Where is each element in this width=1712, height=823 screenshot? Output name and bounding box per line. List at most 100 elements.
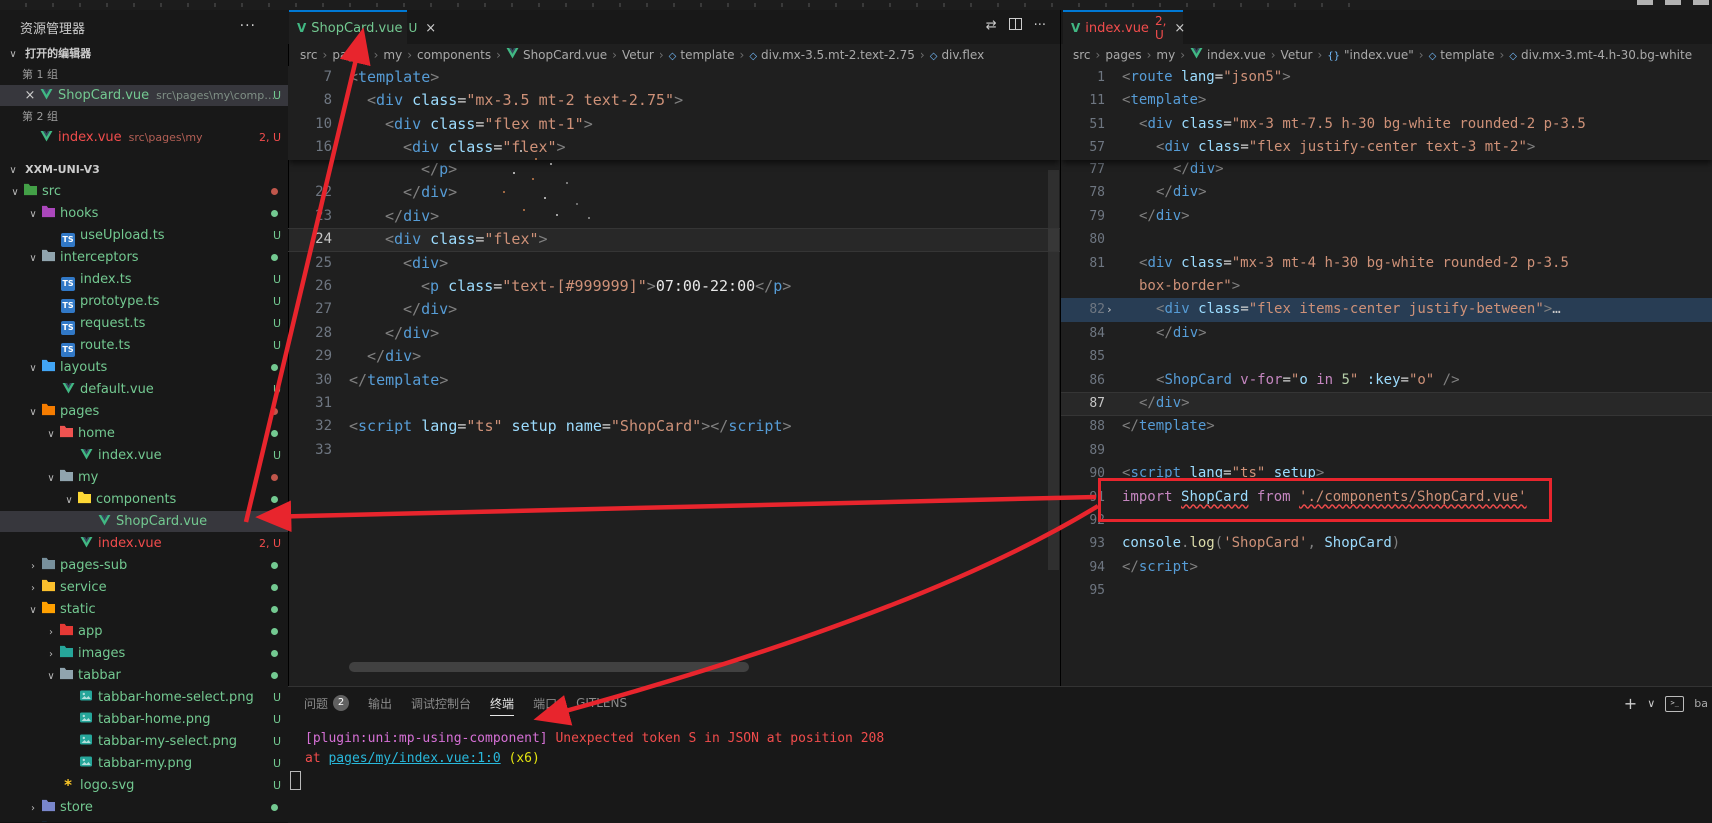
code-line-87[interactable]: 87</div> xyxy=(1061,392,1712,416)
chevron-down-icon[interactable]: ∨ xyxy=(1647,697,1655,710)
tree-item-ShopCard.vue[interactable]: ShopCard.vueU xyxy=(0,511,288,532)
code-line[interactable]: </p> xyxy=(288,158,1060,182)
code-line-95[interactable]: 95 xyxy=(1061,579,1712,603)
breadcrumb-item[interactable]: pages xyxy=(332,48,368,62)
tree-item-layouts[interactable]: ∨layouts xyxy=(0,357,288,378)
panel-tab-端口[interactable]: 端口 xyxy=(533,695,557,712)
code-line-29[interactable]: 29</div> xyxy=(288,345,1060,369)
code-line-78[interactable]: 78</div> xyxy=(1061,181,1712,205)
project-root-header[interactable]: ∨ XXM-UNI-V3 xyxy=(6,158,100,177)
tree-item-default.vue[interactable]: default.vueU xyxy=(0,379,288,400)
code-line-85[interactable]: 85 xyxy=(1061,345,1712,369)
code-line-11[interactable]: 11<template> xyxy=(1061,89,1712,113)
close-icon[interactable]: × xyxy=(1174,21,1185,36)
code-line-33[interactable]: 33 xyxy=(288,439,1060,463)
new-terminal-icon[interactable]: + xyxy=(1624,694,1637,713)
code-line-10[interactable]: 10<div class="flex mt-1"> xyxy=(288,113,1060,137)
code-line[interactable]: box-border"> xyxy=(1061,275,1712,299)
code-line-16[interactable]: 16<div class="flex"> xyxy=(288,136,1060,160)
breadcrumb-item[interactable]: my xyxy=(383,48,402,62)
tree-item-tabbar-home.png[interactable]: tabbar-home.pngU xyxy=(0,709,288,730)
breadcrumb-item[interactable]: {}"index.vue" xyxy=(1327,48,1414,62)
panel-tab-GITLENS[interactable]: GITLENS xyxy=(576,696,627,710)
panel-tab-终端[interactable]: 终端 xyxy=(490,695,514,716)
tree-item-app[interactable]: ›app xyxy=(0,621,288,642)
code-line-32[interactable]: 32<script lang="ts" setup name="ShopCard… xyxy=(288,415,1060,439)
open-editor-item-ShopCard.vue[interactable]: ×ShopCard.vuesrc\pages\my\comp…U xyxy=(0,85,288,106)
code-line-51[interactable]: 51<div class="mx-3 mt-7.5 h-30 bg-white … xyxy=(1061,113,1712,137)
code-line-7[interactable]: 7<template> xyxy=(288,66,1060,90)
tree-item-index.vue[interactable]: index.vue2, U xyxy=(0,533,288,554)
code-line-77[interactable]: 77</div> xyxy=(1061,158,1712,182)
code-line-1[interactable]: 1<route lang="json5"> xyxy=(1061,66,1712,90)
breadcrumb-item[interactable]: Vetur xyxy=(622,48,654,62)
panel-tab-调试控制台[interactable]: 调试控制台 xyxy=(411,695,471,712)
tree-item-index.ts[interactable]: TSindex.tsU xyxy=(0,269,288,290)
panel-tab-问题[interactable]: 问题2 xyxy=(304,695,349,712)
tree-item-pages-sub[interactable]: ›pages-sub xyxy=(0,555,288,576)
tree-item-hooks[interactable]: ∨hooks xyxy=(0,203,288,224)
tree-item-logo.svg[interactable]: *logo.svgU xyxy=(0,775,288,796)
open-editors-header[interactable]: ∨ 打开的编辑器 xyxy=(6,42,91,61)
tree-item-prototype.ts[interactable]: TSprototype.tsU xyxy=(0,291,288,312)
tree-item-route.ts[interactable]: TSroute.tsU xyxy=(0,335,288,356)
breadcrumb-item[interactable]: my xyxy=(1156,48,1175,62)
editor-shopcard[interactable]: </p>22</div>23</div>24<div class="flex">… xyxy=(288,66,1060,686)
close-icon[interactable]: × xyxy=(425,21,436,36)
code-line-93[interactable]: 93console.log('ShopCard', ShopCard) xyxy=(1061,532,1712,556)
breadcrumb-item[interactable]: pages xyxy=(1105,48,1141,62)
tree-item-interceptors[interactable]: ∨interceptors xyxy=(0,247,288,268)
code-line-81[interactable]: 81<div class="mx-3 mt-4 h-30 bg-white ro… xyxy=(1061,252,1712,276)
code-line-79[interactable]: 79</div> xyxy=(1061,205,1712,229)
code-line-88[interactable]: 88</template> xyxy=(1061,415,1712,439)
close-icon[interactable]: × xyxy=(22,85,38,106)
breadcrumb-item[interactable]: ◇div.flex xyxy=(930,48,984,62)
compare-changes-icon[interactable]: ⇄ xyxy=(986,18,997,34)
split-editor-icon[interactable] xyxy=(1009,18,1022,34)
breadcrumb-item[interactable]: Vetur xyxy=(1281,48,1313,62)
tree-item-useUpload.ts[interactable]: TSuseUpload.tsU xyxy=(0,225,288,246)
breadcrumb-item[interactable]: src xyxy=(300,48,318,62)
code-line-84[interactable]: 84</div> xyxy=(1061,322,1712,346)
breadcrumb-item[interactable]: ShopCard.vue xyxy=(506,48,607,62)
terminal-profile-icon[interactable]: >_ xyxy=(1665,696,1684,712)
code-line-31[interactable]: 31 xyxy=(288,392,1060,416)
breadcrumb-item[interactable]: components xyxy=(417,48,491,62)
tree-item-static[interactable]: ∨static xyxy=(0,599,288,620)
code-line-24[interactable]: 24<div class="flex"> xyxy=(288,228,1060,252)
tree-item-home[interactable]: ∨home xyxy=(0,423,288,444)
code-line-57[interactable]: 57<div class="flex justify-center text-3… xyxy=(1061,136,1712,160)
code-line-30[interactable]: 30</template> xyxy=(288,369,1060,393)
breadcrumb-item[interactable]: src xyxy=(1073,48,1091,62)
code-line-25[interactable]: 25<div> xyxy=(288,252,1060,276)
breadcrumb-item[interactable]: ◇div.mx-3.mt-4.h-30.bg-white xyxy=(1509,48,1692,62)
breadcrumb-item[interactable]: index.vue xyxy=(1190,48,1266,62)
close-window-icon[interactable] xyxy=(1693,0,1709,5)
tab-shopcard-vue[interactable]: V ShopCard.vue U × xyxy=(289,10,407,44)
more-actions-icon[interactable]: ··· xyxy=(240,18,256,34)
breadcrumb-item[interactable]: ◇template xyxy=(669,48,735,62)
tree-item-src[interactable]: ∨src xyxy=(0,181,288,202)
maximize-icon[interactable] xyxy=(1665,0,1681,5)
horizontal-scrollbar[interactable] xyxy=(349,662,749,672)
panel-tab-输出[interactable]: 输出 xyxy=(368,695,392,712)
tree-item-tabbar[interactable]: ∨tabbar xyxy=(0,665,288,686)
open-editor-item-index.vue[interactable]: index.vuesrc\pages\my2, U xyxy=(0,127,288,148)
tree-item-store[interactable]: ›store xyxy=(0,797,288,818)
tree-item-components[interactable]: ∨components xyxy=(0,489,288,510)
breadcrumb-item[interactable]: ◇template xyxy=(1429,48,1495,62)
code-line-89[interactable]: 89 xyxy=(1061,439,1712,463)
tree-item-tabbar-my-select.png[interactable]: tabbar-my-select.pngU xyxy=(0,731,288,752)
minimize-icon[interactable] xyxy=(1637,0,1653,5)
code-line-27[interactable]: 27</div> xyxy=(288,298,1060,322)
code-line-82[interactable]: 82›<div class="flex items-center justify… xyxy=(1061,298,1712,322)
tree-item-images[interactable]: ›images xyxy=(0,643,288,664)
fold-chevron-icon[interactable]: › xyxy=(1106,298,1113,321)
code-line-8[interactable]: 8<div class="mx-3.5 mt-2 text-2.75"> xyxy=(288,89,1060,113)
tree-item-request.ts[interactable]: TSrequest.tsU xyxy=(0,313,288,334)
code-line-28[interactable]: 28</div> xyxy=(288,322,1060,346)
editor-index[interactable]: 77</div>78</div>79</div>8081<div class="… xyxy=(1061,66,1712,686)
tree-item-pages[interactable]: ∨pages xyxy=(0,401,288,422)
terminal-link[interactable]: pages/my/index.vue:1:0 xyxy=(328,751,500,766)
tree-item-tabbar-home-select.png[interactable]: tabbar-home-select.pngU xyxy=(0,687,288,708)
